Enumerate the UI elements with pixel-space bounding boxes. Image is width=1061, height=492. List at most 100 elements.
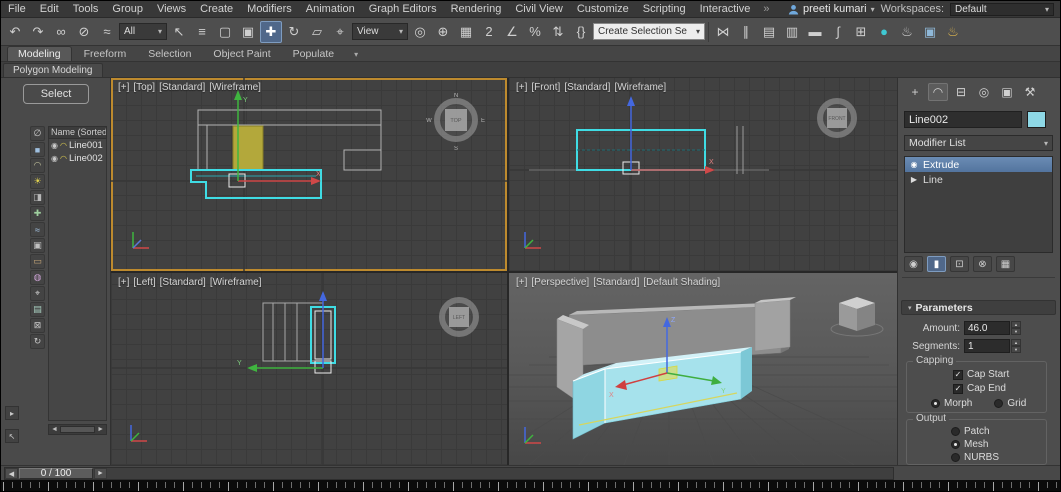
display-tab-icon[interactable]: ▣ xyxy=(997,83,1017,101)
hierarchy-tab-icon[interactable]: ⊟ xyxy=(951,83,971,101)
display-shapes-icon[interactable]: ◠ xyxy=(30,158,45,173)
rendered-frame-window-icon[interactable]: ▣ xyxy=(919,21,941,43)
viewport-top[interactable]: [+] [Top] [Standard] [Wireframe] Y X TOP… xyxy=(111,78,507,271)
front-viewport-canvas[interactable]: X FRONT xyxy=(509,78,897,271)
toggle-scene-explorer-icon[interactable]: ▤ xyxy=(758,21,780,43)
menu-item[interactable]: Views xyxy=(150,3,193,15)
unlink-selection-icon[interactable]: ⊘ xyxy=(73,21,95,43)
display-lights-icon[interactable]: ☀ xyxy=(30,174,45,189)
dock-cursor-icon[interactable]: ↖ xyxy=(5,429,19,443)
select-and-move-icon[interactable]: ✚ xyxy=(260,20,282,43)
menu-item[interactable]: Civil View xyxy=(508,3,569,15)
window-crossing-toggle-icon[interactable]: ▣ xyxy=(237,21,259,43)
show-end-result-icon[interactable]: ▮ xyxy=(927,256,946,272)
render-production-icon[interactable]: ♨ xyxy=(942,21,964,43)
amount-spin-down-icon[interactable] xyxy=(1011,328,1021,335)
viewport-perspective[interactable]: [+] [Perspective] [Standard] [Default Sh… xyxy=(509,273,897,465)
undo-icon[interactable]: ↶ xyxy=(4,21,26,43)
viewport-name-menu[interactable]: [Top] xyxy=(133,82,155,93)
display-helpers-icon[interactable]: ✚ xyxy=(30,206,45,221)
perspective-viewport-canvas[interactable]: Z Y X xyxy=(509,273,897,465)
menu-item[interactable]: Modifiers xyxy=(240,3,299,15)
viewport-left[interactable]: [+] [Left] [Standard] [Wireframe] Y LEFT xyxy=(111,273,507,465)
scroll-right-icon[interactable]: ► xyxy=(97,426,104,433)
material-editor-icon[interactable]: ● xyxy=(873,21,895,43)
viewport-menu-plus[interactable]: [+] xyxy=(118,277,129,288)
transform-gizmo[interactable]: X xyxy=(622,96,715,175)
utilities-tab-icon[interactable]: ⚒ xyxy=(1020,83,1040,101)
explorer-name-column-header[interactable]: Name (Sorted A xyxy=(48,126,107,139)
view-cube[interactable]: FRONT xyxy=(817,98,857,138)
previous-frame-icon[interactable]: ◀ xyxy=(5,468,18,479)
menu-item[interactable]: Animation xyxy=(299,3,362,15)
grid-radio[interactable] xyxy=(994,399,1004,408)
display-bones-icon[interactable]: ⌖ xyxy=(30,286,45,301)
next-frame-icon[interactable]: ► xyxy=(94,468,107,479)
viewport-shading-menu[interactable]: [Wireframe] xyxy=(209,82,261,93)
viewport-standard-menu[interactable]: [Standard] xyxy=(160,277,206,288)
workspace-dropdown[interactable]: Default ▾ xyxy=(950,2,1054,16)
reference-coordinate-dropdown[interactable]: View ▾ xyxy=(352,23,408,40)
menu-item[interactable]: Graph Editors xyxy=(362,3,444,15)
menu-overflow-icon[interactable]: » xyxy=(757,3,775,15)
viewport-shading-menu[interactable]: [Wireframe] xyxy=(210,277,262,288)
modify-tab-icon[interactable]: ◠ xyxy=(928,83,948,101)
toggle-layer-explorer-icon[interactable]: ▥ xyxy=(781,21,803,43)
ribbon-tab-modeling[interactable]: Modeling xyxy=(7,46,72,61)
parameters-rollout-header[interactable]: ▾ Parameters xyxy=(901,300,1056,315)
select-and-manipulate-icon[interactable]: ⊕ xyxy=(432,21,454,43)
viewport-name-menu[interactable]: [Perspective] xyxy=(531,277,589,288)
align-icon[interactable]: ∥ xyxy=(735,21,757,43)
stack-row-icon[interactable]: ◉ xyxy=(909,160,919,169)
lock-cell-editing-icon[interactable]: ⊠ xyxy=(30,318,45,333)
desk-spline-plan[interactable] xyxy=(190,169,322,199)
ribbon-tab-selection[interactable]: Selection xyxy=(138,47,201,61)
make-unique-icon[interactable]: ⊡ xyxy=(950,256,969,272)
viewport-front[interactable]: [+] [Front] [Standard] [Wireframe] X FRO… xyxy=(509,78,897,271)
display-groups-icon[interactable]: ▣ xyxy=(30,238,45,253)
scrollbar-thumb[interactable] xyxy=(59,426,96,433)
menu-item[interactable]: Rendering xyxy=(444,3,509,15)
visibility-eye-icon[interactable]: ◉ xyxy=(51,141,58,150)
viewport-standard-menu[interactable]: [Standard] xyxy=(159,82,205,93)
select-and-link-icon[interactable]: ∞ xyxy=(50,21,72,43)
menu-item[interactable]: Create xyxy=(193,3,240,15)
create-tab-icon[interactable]: + xyxy=(905,83,925,101)
segments-spin-down-icon[interactable] xyxy=(1011,346,1021,353)
ribbon-tab-populate[interactable]: Populate xyxy=(283,47,344,61)
sync-selection-icon[interactable]: ↻ xyxy=(30,334,45,349)
menu-item[interactable]: File xyxy=(1,3,33,15)
menu-item[interactable]: Group xyxy=(105,3,150,15)
select-and-rotate-icon[interactable]: ↻ xyxy=(283,21,305,43)
viewport-shading-menu[interactable]: [Default Shading] xyxy=(643,277,720,288)
desk-spline-front[interactable] xyxy=(576,129,706,171)
segments-spinner[interactable]: 1 xyxy=(964,339,1010,353)
view-cube[interactable] xyxy=(830,297,884,337)
polygon-modeling-tab[interactable]: Polygon Modeling xyxy=(3,63,103,77)
configure-modifier-sets-icon[interactable]: ▦ xyxy=(996,256,1015,272)
select-and-scale-icon[interactable]: ▱ xyxy=(306,21,328,43)
display-containers-icon[interactable]: ▤ xyxy=(30,302,45,317)
time-slider-track[interactable]: ◀ 0 / 100 ► xyxy=(4,467,894,480)
patch-radio[interactable] xyxy=(951,427,960,436)
viewport-name-menu[interactable]: [Front] xyxy=(531,82,560,93)
view-cube[interactable]: TOP N S W E xyxy=(426,93,485,152)
use-pivot-point-center-icon[interactable]: ◎ xyxy=(409,21,431,43)
track-bar-ruler[interactable] xyxy=(1,480,1060,491)
mirror-icon[interactable]: ⋈ xyxy=(712,21,734,43)
scene-item-line001[interactable]: ◉ ◠ Line001 xyxy=(49,139,106,152)
stack-row-icon[interactable]: ▶ xyxy=(909,175,919,184)
menu-item[interactable]: Scripting xyxy=(636,3,693,15)
modifier-list-dropdown[interactable]: Modifier List ▾ xyxy=(904,135,1053,151)
cap-end-checkbox[interactable] xyxy=(953,383,963,394)
user-account-menu[interactable]: preeti kumari ▾ xyxy=(788,3,875,15)
menu-item[interactable]: Interactive xyxy=(693,3,758,15)
time-slider-handle[interactable]: 0 / 100 xyxy=(19,468,93,479)
top-viewport-canvas[interactable]: Y X TOP N S W E xyxy=(111,78,507,271)
selection-filter-dropdown[interactable]: All ▾ xyxy=(119,23,167,40)
viewport-standard-menu[interactable]: [Standard] xyxy=(593,277,639,288)
explorer-horizontal-scrollbar[interactable]: ◄ ► xyxy=(48,424,107,435)
redo-icon[interactable]: ↷ xyxy=(27,21,49,43)
viewport-menu-plus[interactable]: [+] xyxy=(118,82,129,93)
object-name-field[interactable]: Line002 xyxy=(904,111,1022,128)
